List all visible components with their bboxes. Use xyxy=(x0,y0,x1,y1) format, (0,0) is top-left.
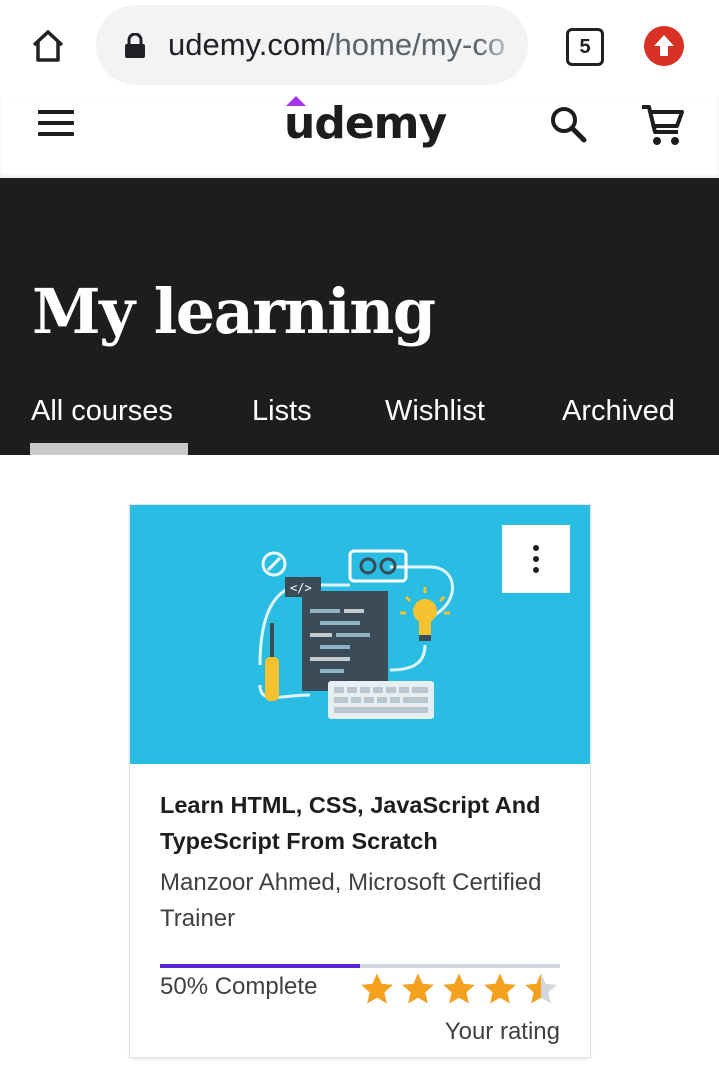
url-text: udemy.com/home/my-co xyxy=(168,25,520,65)
course-options-button[interactable] xyxy=(502,525,570,593)
progress-label: 50% Complete xyxy=(160,973,318,1000)
course-title[interactable]: Learn HTML, CSS, JavaScript And TypeScri… xyxy=(160,787,570,859)
course-thumbnail[interactable]: </> xyxy=(130,505,590,764)
more-vertical-icon xyxy=(533,545,539,573)
star-icon[interactable] xyxy=(524,972,558,1006)
address-bar[interactable]: udemy.com/home/my-co xyxy=(96,5,528,85)
home-button[interactable] xyxy=(26,24,70,68)
site-header: udemy xyxy=(0,96,719,178)
star-icon[interactable] xyxy=(360,972,394,1006)
star-icon[interactable] xyxy=(442,972,476,1006)
tab-switcher-icon: 5 xyxy=(566,28,604,66)
page-title: My learning xyxy=(32,275,436,348)
tab-lists[interactable]: Lists xyxy=(252,390,312,432)
url-path: /home/my-co xyxy=(325,27,506,62)
logo-text: udemy xyxy=(284,98,447,149)
tab-wishlist[interactable]: Wishlist xyxy=(385,390,485,432)
progress-bar-fill xyxy=(160,964,360,968)
search-button[interactable] xyxy=(548,104,588,144)
menu-icon[interactable] xyxy=(38,110,76,136)
tab-switcher-button[interactable]: 5 xyxy=(564,26,604,66)
url-domain: udemy.com xyxy=(168,27,326,62)
lock-icon xyxy=(125,33,145,58)
my-learning-hero: My learning All courses Lists Wishlist A… xyxy=(0,178,719,455)
active-tab-indicator xyxy=(30,443,188,455)
star-icon[interactable] xyxy=(401,972,435,1006)
tab-all-courses[interactable]: All courses xyxy=(31,390,173,432)
cart-icon xyxy=(642,105,684,145)
home-icon xyxy=(32,30,64,62)
tab-archived[interactable]: Archived xyxy=(562,390,675,432)
update-button[interactable] xyxy=(644,26,684,66)
update-icon xyxy=(654,35,674,56)
course-instructor: Manzoor Ahmed, Microsoft Certified Train… xyxy=(160,869,542,932)
rating-label[interactable]: Your rating xyxy=(445,1014,560,1050)
rating-stars[interactable] xyxy=(360,972,560,1008)
cart-button[interactable] xyxy=(640,102,686,148)
star-icon[interactable] xyxy=(483,972,517,1006)
search-icon xyxy=(551,107,587,143)
browser-toolbar: udemy.com/home/my-co 5 xyxy=(0,0,719,96)
course-card[interactable]: </> Learn HTML, CSS, JavaScript And Type… xyxy=(130,505,590,1057)
svg-text:</>: </> xyxy=(290,581,312,595)
progress-bar xyxy=(160,964,560,968)
